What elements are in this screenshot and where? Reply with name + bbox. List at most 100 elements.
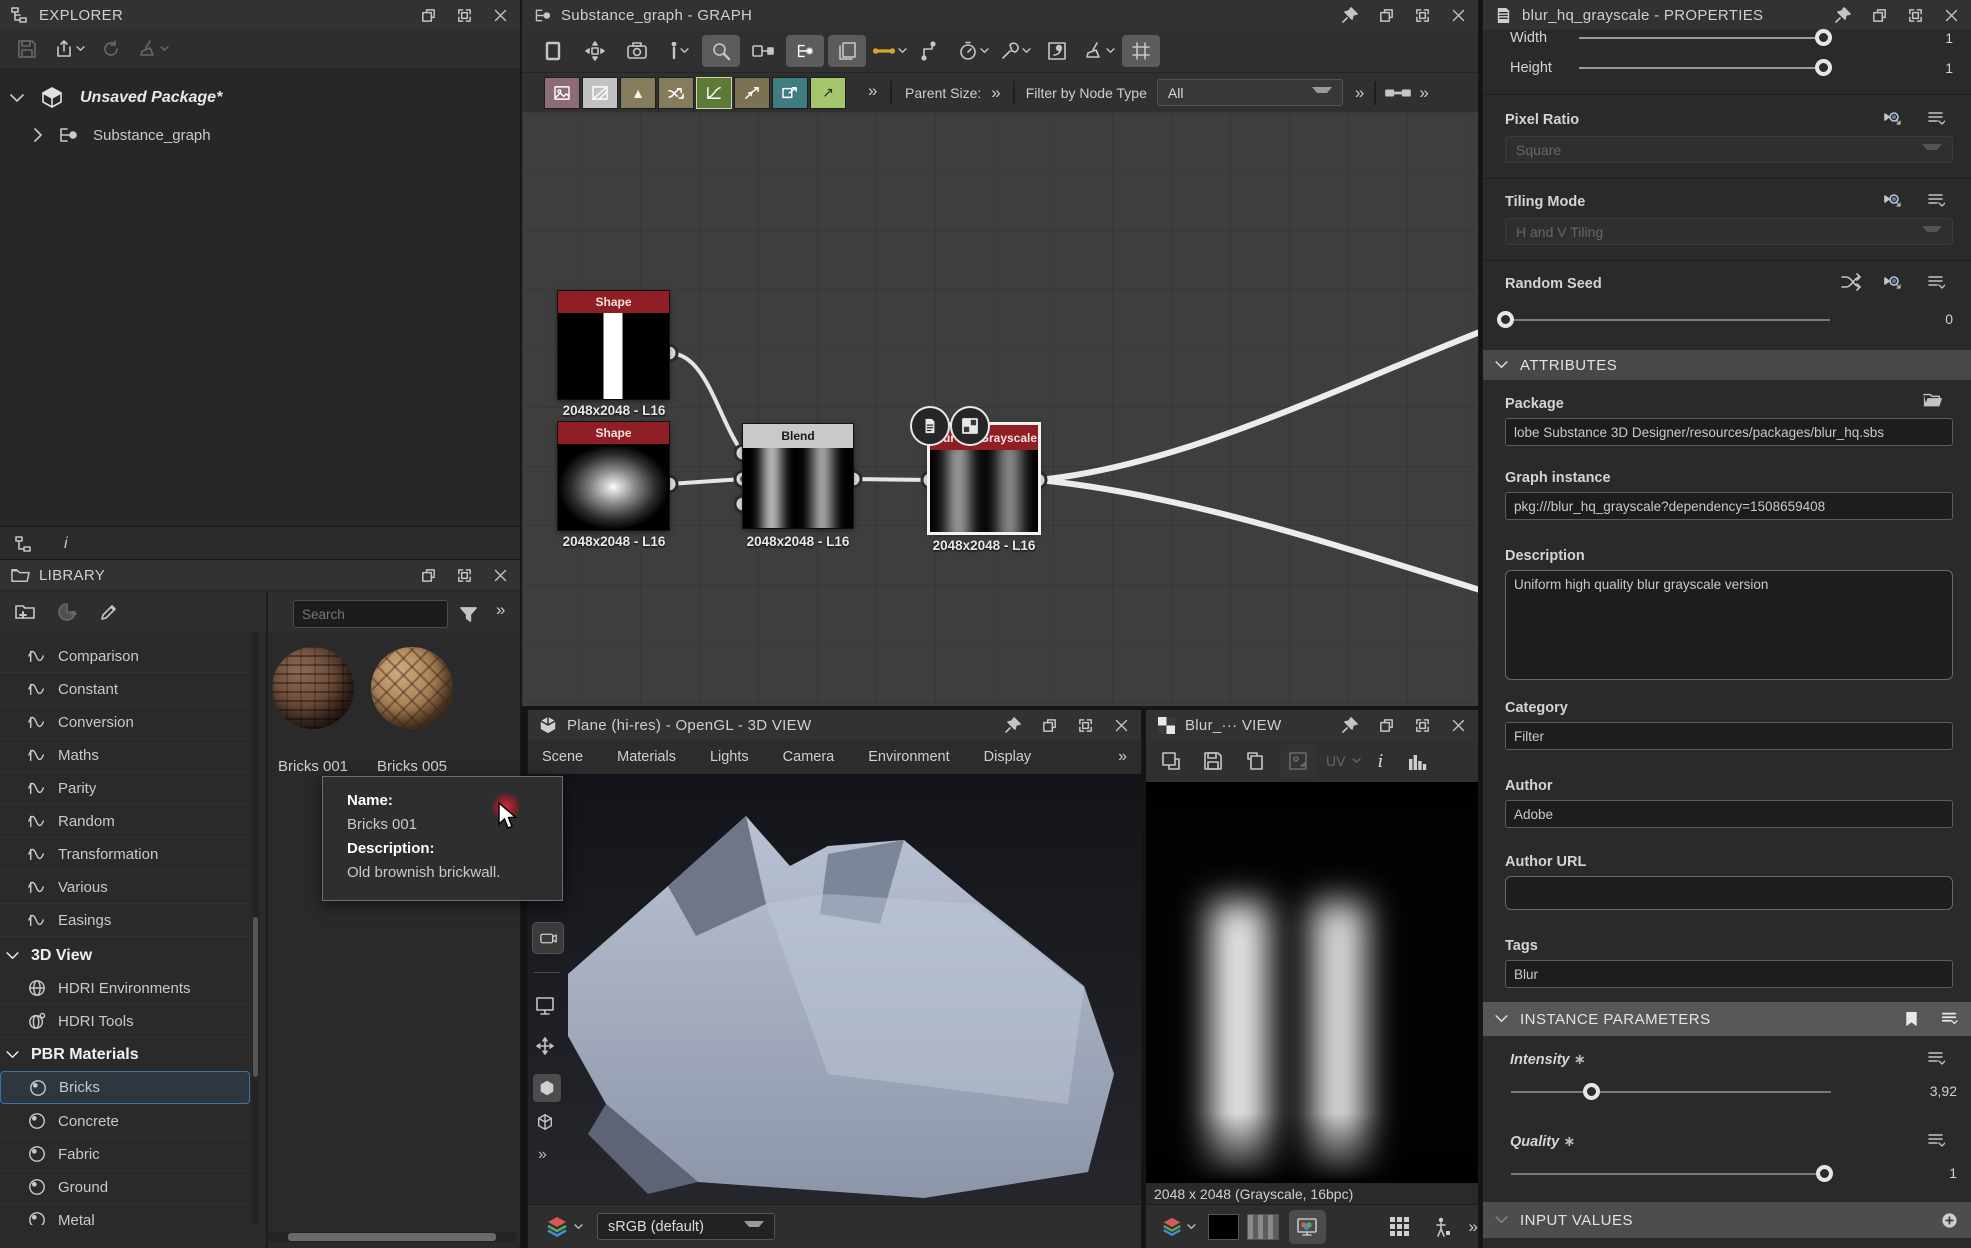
grid-icon[interactable] (1388, 1217, 1413, 1237)
list-item[interactable]: Transformation (0, 838, 250, 871)
filter-chip-transform[interactable] (734, 77, 770, 109)
save-image-icon[interactable] (1196, 745, 1230, 777)
intensity-slider[interactable] (1511, 1091, 1831, 1093)
clean-icon[interactable] (134, 33, 172, 65)
menu-environment[interactable]: Environment (868, 749, 949, 765)
image-transform-icon[interactable] (1280, 745, 1316, 777)
bottombar-more-icon[interactable]: » (1469, 1217, 1478, 1237)
mannequin-icon[interactable] (1429, 1217, 1454, 1237)
graph-canvas[interactable]: Shape 2048x2048 - L16 Shape 2048x2048 - … (522, 112, 1478, 706)
link-node-icon[interactable] (744, 35, 782, 67)
list-item-bricks[interactable]: Bricks (0, 1071, 250, 1104)
filter-chip-scatter[interactable] (658, 77, 694, 109)
pin-icon[interactable] (1003, 715, 1023, 735)
export-icon[interactable] (50, 33, 88, 65)
display-mode-icon[interactable] (535, 996, 555, 1016)
display-gamma-icon[interactable] (1289, 1210, 1326, 1244)
list-item-concrete[interactable]: Concrete (0, 1105, 250, 1138)
width-slider[interactable] (1579, 37, 1832, 39)
colorspace-dropdown[interactable]: sRGB (default) (597, 1213, 775, 1240)
filter-chip-basecolor[interactable] (544, 77, 580, 109)
filter-more-icon[interactable]: » (1355, 83, 1364, 103)
filter-funnel-icon[interactable] (458, 604, 478, 624)
close-icon[interactable] (1941, 5, 1961, 25)
layers-icon[interactable] (828, 35, 866, 67)
description-textarea[interactable]: Uniform high quality blur grayscale vers… (1505, 570, 1953, 680)
node-blur-hq-grayscale[interactable]: Blur HQ Grayscale (930, 425, 1038, 532)
new-view-icon[interactable] (1154, 745, 1188, 777)
graph-view-icon[interactable] (786, 35, 824, 67)
node-comment-badge[interactable] (910, 406, 950, 446)
attributes-section-header[interactable]: ATTRIBUTES (1483, 350, 1971, 380)
close-icon[interactable] (490, 5, 510, 25)
list-item[interactable]: Parity (0, 772, 250, 805)
chevron-right-icon[interactable] (34, 128, 43, 142)
float-icon[interactable] (418, 5, 438, 25)
color-layers-icon[interactable] (542, 1212, 572, 1242)
link-mode-icon[interactable] (870, 35, 908, 67)
chevron-down-icon[interactable] (10, 94, 24, 103)
chips-more-icon[interactable]: » (868, 81, 877, 101)
list-item[interactable]: Maths (0, 739, 250, 772)
info-icon[interactable]: i (1367, 745, 1393, 777)
close-icon[interactable] (1111, 715, 1131, 735)
width-slider-knob[interactable] (1815, 29, 1832, 46)
list-item-ground[interactable]: Ground (0, 1171, 250, 1204)
filter-chip-uv[interactable] (772, 77, 808, 109)
maximize-icon[interactable] (1905, 5, 1925, 25)
tiling-mode-dropdown[interactable]: H and V Tiling (1505, 218, 1953, 245)
add-filter-icon[interactable] (48, 596, 86, 628)
parameter-menu-icon[interactable] (1926, 190, 1946, 210)
float-icon[interactable] (1869, 5, 1889, 25)
filter-chip-curve[interactable] (696, 77, 732, 109)
save-icon[interactable] (8, 33, 46, 65)
background-pattern-swatch[interactable] (1247, 1214, 1278, 1240)
node-type-dropdown[interactable]: All (1157, 79, 1343, 106)
float-icon[interactable] (1376, 5, 1396, 25)
list-item[interactable]: Constant (0, 673, 250, 706)
filter-chip-heightmap[interactable]: ▲ (620, 77, 656, 109)
parameter-menu-icon[interactable] (1926, 1130, 1946, 1150)
list-item[interactable]: Conversion (0, 706, 250, 739)
maximize-icon[interactable] (1075, 715, 1095, 735)
menu-more-icon[interactable]: » (1118, 748, 1127, 766)
expose-parameter-icon[interactable] (1883, 108, 1903, 128)
library-hscrollbar[interactable] (268, 1232, 516, 1242)
author-input[interactable]: Adobe (1505, 800, 1953, 828)
instance-parameters-header[interactable]: INSTANCE PARAMETERS (1483, 1002, 1971, 1036)
timer-icon[interactable] (954, 35, 992, 67)
snap-grid-icon[interactable] (1122, 35, 1160, 67)
node-shape-1[interactable]: Shape (558, 291, 669, 399)
close-icon[interactable] (490, 565, 510, 585)
thumbnail-bricks-005[interactable] (371, 647, 453, 729)
copy-image-icon[interactable] (1238, 745, 1272, 777)
screenshot-icon[interactable] (618, 35, 656, 67)
expose-parameter-icon[interactable] (1883, 190, 1903, 210)
close-icon[interactable] (1448, 5, 1468, 25)
float-icon[interactable] (418, 565, 438, 585)
solid-cube-icon[interactable] (533, 1074, 561, 1102)
hierarchy-icon[interactable] (14, 534, 34, 554)
open-folder-icon[interactable] (1923, 390, 1943, 410)
height-slider[interactable] (1579, 67, 1832, 69)
clean-graph-icon[interactable] (1080, 35, 1118, 67)
intensity-knob[interactable] (1583, 1083, 1600, 1100)
node-shape-2[interactable]: Shape (558, 422, 669, 530)
search-input[interactable] (293, 600, 448, 628)
preset-menu-icon[interactable] (1939, 1009, 1959, 1029)
tags-input[interactable]: Blur (1505, 960, 1953, 988)
list-item[interactable]: Comparison (0, 640, 250, 673)
frame-all-icon[interactable] (534, 35, 572, 67)
height-slider-knob[interactable] (1815, 59, 1832, 76)
filter-chip-atlas[interactable] (582, 77, 618, 109)
add-input-icon[interactable] (1939, 1210, 1959, 1230)
row-more-icon[interactable]: » (1419, 83, 1428, 103)
menu-scene[interactable]: Scene (542, 749, 583, 765)
maximize-icon[interactable] (454, 5, 474, 25)
random-seed-knob[interactable] (1497, 311, 1514, 328)
node-2dview-badge[interactable] (950, 406, 990, 446)
filter-chip-generator[interactable]: ↗ (810, 77, 846, 109)
list-group-3d-view[interactable]: 3D View (0, 939, 250, 972)
bookmark-icon[interactable] (1901, 1009, 1921, 1029)
color-layers-icon[interactable] (1158, 1212, 1185, 1242)
